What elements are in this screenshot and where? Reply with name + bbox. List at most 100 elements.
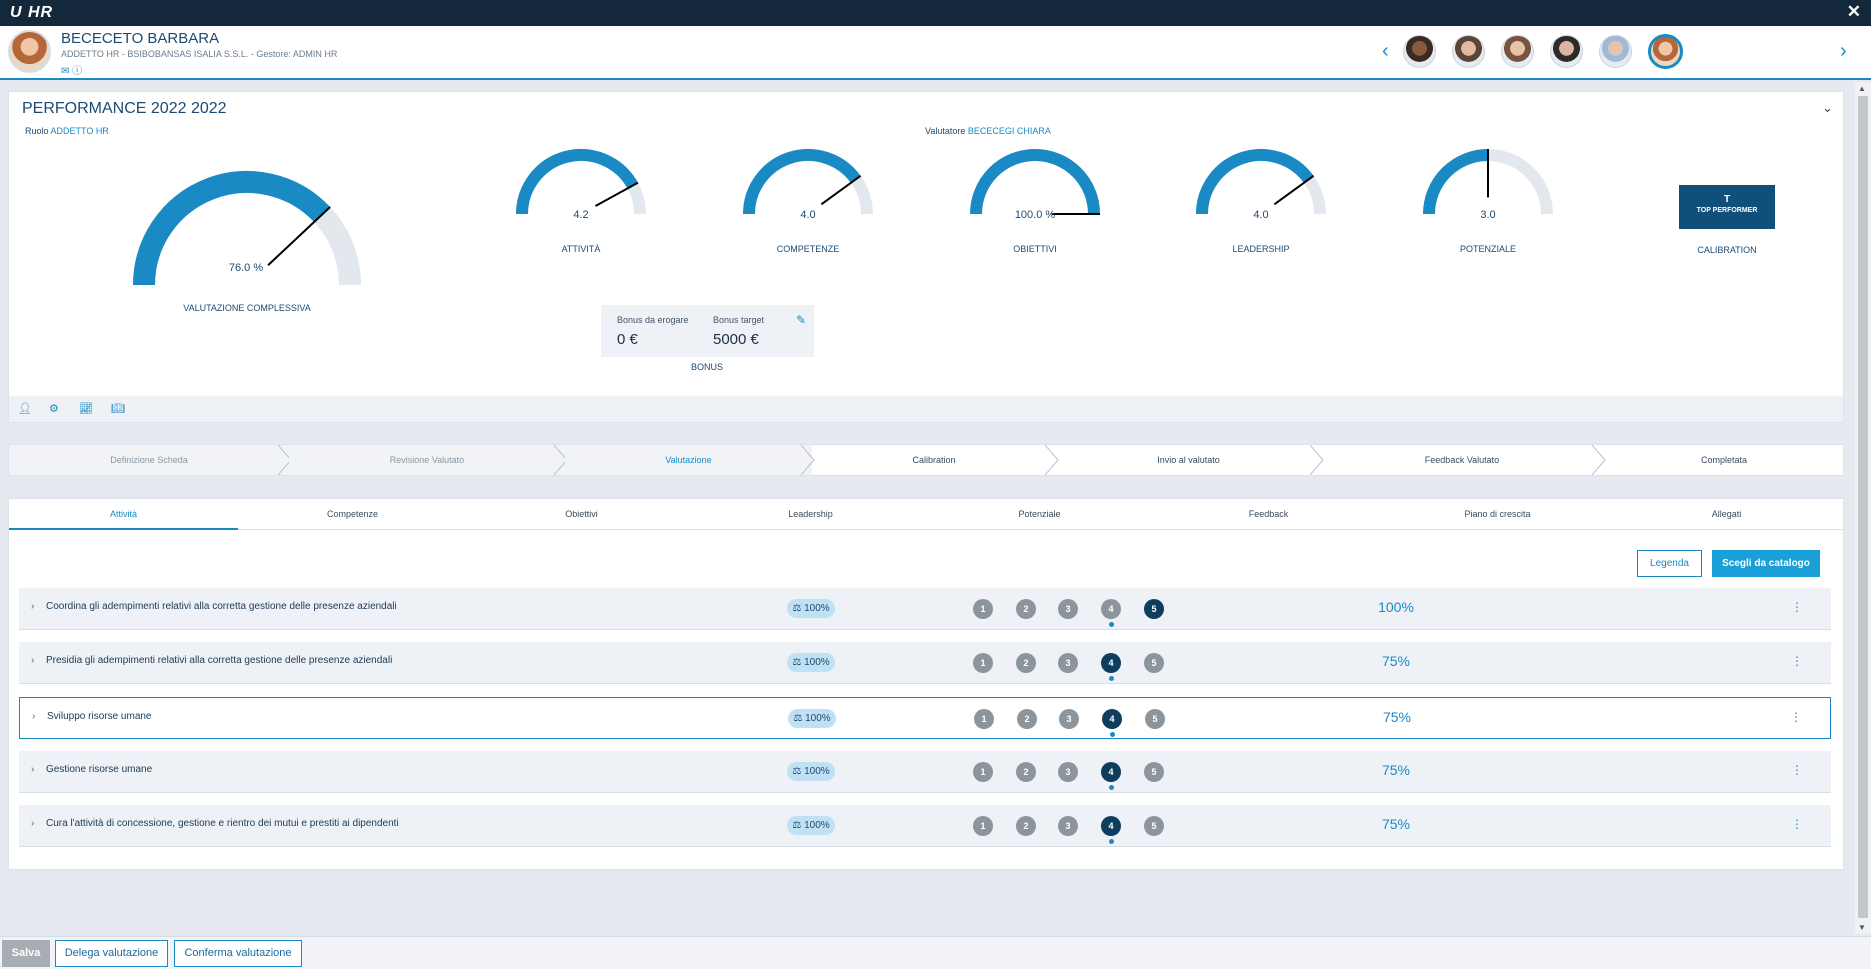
save-button[interactable]: Salva	[2, 940, 50, 967]
more-vertical-icon[interactable]: ⋮	[1791, 654, 1803, 668]
rating-option[interactable]: 5	[1144, 761, 1164, 782]
workflow-step[interactable]: Invio al valutato	[1056, 445, 1324, 475]
bonus-box: Bonus da erogare 0 € Bonus target 5000 €…	[601, 305, 814, 357]
rating-option[interactable]: 1	[973, 816, 993, 837]
rating-option[interactable]: 1	[973, 761, 993, 782]
catalog-button[interactable]: Scegli da catalogo	[1712, 550, 1820, 577]
more-vertical-icon[interactable]: ⋮	[1791, 817, 1803, 831]
list-item[interactable]: › Presidia gli adempimenti relativi alla …	[19, 642, 1831, 685]
rating-option[interactable]: 2	[1016, 599, 1036, 619]
employee-name: BECECETO BARBARA	[61, 30, 220, 47]
rating-option[interactable]: 2	[1017, 708, 1037, 729]
expected-rating-marker	[1108, 622, 1114, 627]
bonus-to-pay-label: Bonus da erogare	[617, 315, 689, 325]
rating-option[interactable]: 4	[1101, 761, 1121, 782]
bonus-target-label: Bonus target	[713, 315, 765, 325]
peer-avatar[interactable]	[1501, 35, 1534, 68]
workflow-step[interactable]: Feedback Valutato	[1321, 445, 1606, 475]
list-item[interactable]: › Sviluppo risorse umane ⚖ 100% 75% ⋮ 1 2 3 4 5	[19, 696, 1831, 739]
chart-icon[interactable]: 📈︎	[79, 402, 93, 415]
scale-icon: ⚖	[793, 712, 806, 724]
user-icon[interactable]: 👤︎	[18, 402, 32, 415]
rating-option[interactable]: 5	[1145, 708, 1165, 729]
tab[interactable]: Attività	[9, 499, 238, 530]
chevron-right-icon[interactable]: ›	[31, 601, 34, 612]
rating-option[interactable]: 4	[1101, 816, 1121, 837]
chevron-right-icon[interactable]: ›	[1840, 40, 1847, 63]
expected-rating-marker	[1108, 839, 1114, 845]
gauge-fill	[1196, 149, 1314, 215]
workflow-step-label: Revisione Valutato	[389, 455, 465, 465]
rating-option[interactable]: 3	[1059, 708, 1079, 729]
rating-option[interactable]: 3	[1058, 761, 1078, 782]
scroll-up-icon[interactable]: ▲	[1858, 84, 1866, 93]
weight-value: 100%	[804, 765, 830, 777]
tab[interactable]: Obiettivi	[467, 499, 696, 530]
chevron-right-icon[interactable]: ›	[31, 655, 34, 666]
calibration-letter: T	[1723, 194, 1731, 205]
calibration-text: TOP PERFORMER	[1696, 207, 1758, 214]
tab[interactable]: Piano di crescita	[1383, 499, 1612, 530]
rating-option[interactable]: 4	[1101, 599, 1121, 619]
chevron-right-icon[interactable]: ›	[31, 818, 34, 829]
rating-option[interactable]: 3	[1058, 599, 1078, 619]
tab[interactable]: Potenziale	[925, 499, 1154, 530]
rating-option[interactable]: 1	[974, 708, 994, 729]
score-gauge-label: LEADERSHIP	[1232, 244, 1290, 254]
rating-option[interactable]: 2	[1016, 653, 1036, 674]
peer-avatar[interactable]	[1599, 35, 1632, 68]
mail-icon[interactable]: ✉	[61, 66, 69, 77]
weight-value: 100%	[804, 603, 830, 614]
rating-option[interactable]: 2	[1016, 816, 1036, 837]
peer-avatar[interactable]	[1403, 35, 1436, 68]
rating-option[interactable]: 5	[1144, 653, 1164, 674]
tab[interactable]: Competenze	[238, 499, 467, 530]
rating-option[interactable]: 3	[1058, 653, 1078, 674]
rating-option[interactable]: 5	[1144, 816, 1164, 837]
peer-avatar[interactable]	[1452, 35, 1485, 68]
scale-icon: ⚖	[792, 765, 805, 777]
rating-option[interactable]: 5	[1144, 599, 1164, 619]
calibration-badge[interactable]: T TOP PERFORMER	[1679, 185, 1775, 229]
rating-option[interactable]: 2	[1016, 761, 1036, 782]
chevron-down-icon[interactable]: ⌄	[1822, 100, 1833, 116]
rating-option[interactable]: 4	[1102, 708, 1122, 729]
confirm-button[interactable]: Conferma valutazione	[174, 940, 302, 967]
weight-badge: ⚖ 100%	[787, 816, 835, 836]
peer-avatar[interactable]	[1550, 35, 1583, 68]
workflow-step[interactable]: Calibration	[812, 445, 1059, 475]
workflow-step[interactable]: Valutazione	[565, 445, 815, 475]
tab[interactable]: Leadership	[696, 499, 925, 530]
workflow-step[interactable]: Definizione Scheda	[9, 445, 292, 475]
more-vertical-icon[interactable]: ⋮	[1791, 600, 1803, 614]
book-icon[interactable]: 📖︎	[111, 402, 125, 415]
badge-icon[interactable]: ⚙	[49, 402, 59, 415]
tab[interactable]: Feedback	[1154, 499, 1383, 530]
workflow-step-label: Invio al valutato	[1157, 455, 1220, 465]
list-item[interactable]: › Coordina gli adempimenti relativi alla …	[19, 588, 1831, 630]
list-item[interactable]: › Cura l'attività di concessione, gestion…	[19, 805, 1831, 848]
scrollbar[interactable]: ▲ ▼	[1855, 82, 1871, 934]
rating-option[interactable]: 1	[973, 599, 993, 619]
more-vertical-icon[interactable]: ⋮	[1791, 763, 1803, 777]
more-vertical-icon[interactable]: ⋮	[1790, 710, 1802, 724]
workflow-step[interactable]: Completata	[1603, 445, 1843, 475]
chevron-left-icon[interactable]: ‹	[1382, 40, 1389, 63]
rating-option[interactable]: 3	[1058, 816, 1078, 837]
pencil-icon[interactable]: ✎	[796, 313, 806, 327]
chevron-right-icon[interactable]: ›	[32, 711, 35, 722]
delegate-button[interactable]: Delega valutazione	[55, 940, 168, 967]
close-icon[interactable]: ✕	[1847, 2, 1861, 22]
legend-button[interactable]: Legenda	[1637, 550, 1702, 577]
scrollbar-thumb[interactable]	[1858, 96, 1868, 918]
scroll-down-icon[interactable]: ▼	[1858, 923, 1866, 932]
rating-option[interactable]: 1	[973, 653, 993, 674]
rating-option[interactable]: 4	[1101, 653, 1121, 674]
tab[interactable]: Allegati	[1612, 499, 1841, 530]
gauge-fill	[1423, 149, 1489, 215]
workflow-step[interactable]: Revisione Valutato	[289, 445, 568, 475]
list-item[interactable]: › Gestione risorse umane ⚖ 100% 75% ⋮ 1 2 3 4 5	[19, 750, 1831, 793]
chevron-right-icon[interactable]: ›	[31, 764, 34, 775]
peer-avatar-selected[interactable]	[1648, 34, 1683, 69]
info-icon[interactable]: ⓘ	[72, 66, 82, 77]
